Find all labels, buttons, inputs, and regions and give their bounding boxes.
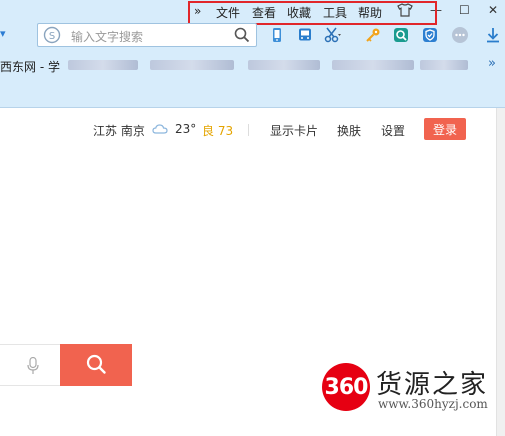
cloud-icon	[152, 122, 168, 139]
bookmark-item-blurred[interactable]	[332, 60, 414, 70]
top-nav: 江苏 南京 23° 良 73 显示卡片 换肤 设置	[0, 118, 496, 142]
main-search-input[interactable]	[0, 344, 60, 386]
maximize-button[interactable]: ☐	[459, 3, 470, 17]
menu-bar: » 文件 查看 收藏 工具 帮助 — ☐ ✕	[0, 0, 505, 25]
change-skin-link[interactable]: 换肤	[337, 122, 361, 139]
temperature: 23°	[175, 122, 197, 136]
bookmark-item-blurred[interactable]	[420, 60, 468, 70]
bookmarks-more-chevron[interactable]: »	[488, 56, 496, 71]
watermark-logo: 360	[322, 363, 370, 411]
shield-icon[interactable]	[421, 26, 439, 44]
divider	[248, 124, 249, 136]
close-button[interactable]: ✕	[488, 3, 498, 17]
bookmark-item-blurred[interactable]	[248, 60, 320, 70]
svg-text:S: S	[49, 31, 55, 42]
search-app-icon[interactable]	[392, 26, 410, 44]
show-card-link[interactable]: 显示卡片	[270, 122, 318, 139]
bus-icon[interactable]	[296, 26, 314, 44]
browser-chrome: » 文件 查看 收藏 工具 帮助 — ☐ ✕ ▾ S 输入文字搜索 西东网 - …	[0, 0, 505, 108]
more-options-icon[interactable]	[451, 26, 469, 44]
search-box[interactable]: S 输入文字搜索	[37, 23, 257, 47]
bookmark-item-blurred[interactable]	[68, 60, 138, 70]
settings-link[interactable]: 设置	[381, 122, 405, 139]
watermark-url: www.360hyzj.com	[378, 397, 488, 411]
bookmarks-bar: 西东网 - 学 »	[0, 54, 505, 76]
search-placeholder: 输入文字搜索	[71, 30, 144, 44]
air-quality[interactable]: 良 73	[202, 122, 233, 139]
login-button[interactable]: 登录	[424, 118, 466, 140]
scrollbar[interactable]	[496, 108, 505, 436]
toolbar: ▾ S 输入文字搜索	[0, 22, 505, 50]
microphone-icon[interactable]	[27, 356, 39, 378]
key-icon[interactable]	[364, 26, 382, 44]
dropdown-arrow-icon[interactable]: ▾	[0, 27, 6, 40]
scissors-icon[interactable]	[324, 26, 342, 44]
search-icon	[85, 353, 107, 378]
phone-icon[interactable]	[268, 26, 286, 44]
download-icon[interactable]	[484, 26, 502, 44]
watermark-title: 货源之家	[376, 370, 489, 400]
search-icon[interactable]	[234, 27, 250, 46]
main-search-button[interactable]	[60, 344, 132, 386]
bookmark-item[interactable]: 西东网 - 学	[0, 58, 60, 75]
bookmark-item-blurred[interactable]	[150, 60, 234, 70]
location-label[interactable]: 江苏 南京	[93, 122, 145, 139]
sogou-icon: S	[43, 26, 61, 47]
